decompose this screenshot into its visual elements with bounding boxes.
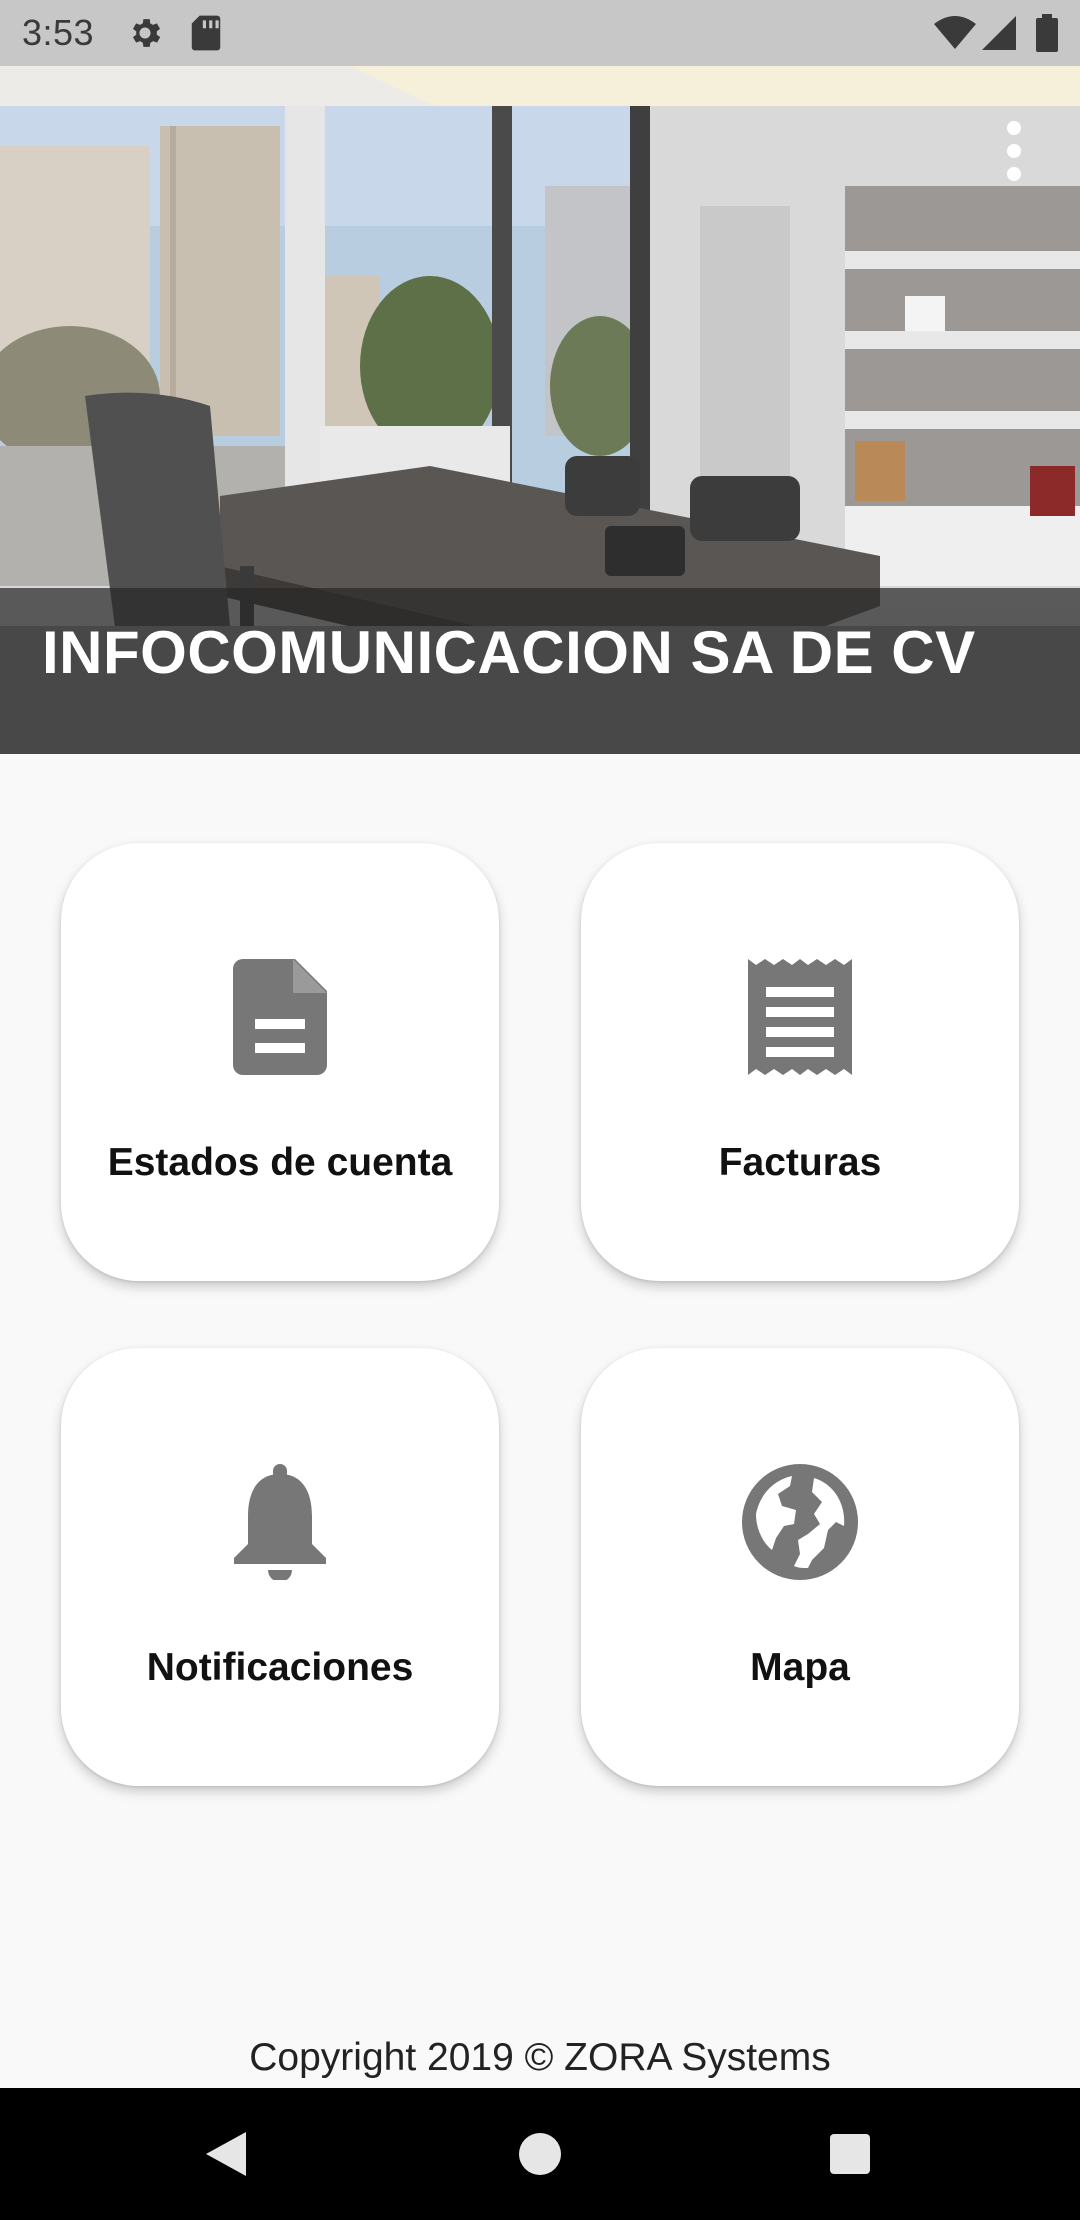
recents-icon bbox=[830, 2134, 870, 2174]
signal-icon bbox=[982, 16, 1016, 55]
more-vert-icon bbox=[1007, 121, 1021, 181]
notificaciones-card[interactable]: Notificaciones bbox=[61, 1348, 499, 1786]
mapa-label: Mapa bbox=[750, 1646, 850, 1689]
facturas-card[interactable]: Facturas bbox=[581, 843, 1019, 1281]
mapa-card[interactable]: Mapa bbox=[581, 1348, 1019, 1786]
bell-icon bbox=[232, 1464, 328, 1585]
home-icon bbox=[519, 2133, 561, 2175]
overflow-menu-button[interactable] bbox=[992, 116, 1036, 186]
receipt-icon bbox=[748, 959, 852, 1080]
status-time: 3:53 bbox=[22, 12, 95, 53]
wifi-icon bbox=[934, 16, 976, 55]
document-icon bbox=[233, 959, 327, 1080]
company-title: INFOCOMUNICACION SA DE CV bbox=[42, 619, 976, 686]
estados-de-cuenta-label: Estados de cuenta bbox=[107, 1141, 453, 1184]
back-button[interactable] bbox=[196, 2124, 256, 2184]
notificaciones-label: Notificaciones bbox=[146, 1646, 414, 1689]
battery-icon bbox=[1036, 14, 1058, 57]
back-icon bbox=[206, 2132, 246, 2176]
home-button[interactable] bbox=[510, 2124, 570, 2184]
status-bar: 3:53 bbox=[0, 0, 1080, 66]
globe-icon bbox=[742, 1464, 858, 1585]
navigation-bar bbox=[0, 2088, 1080, 2220]
gear-icon bbox=[126, 14, 164, 57]
sd-card-icon bbox=[188, 14, 224, 57]
estados-de-cuenta-card[interactable]: Estados de cuenta bbox=[61, 843, 499, 1281]
recents-button[interactable] bbox=[820, 2124, 880, 2184]
facturas-label: Facturas bbox=[718, 1141, 882, 1184]
copyright-text: Copyright 2019 © ZORA Systems bbox=[249, 2036, 831, 2079]
